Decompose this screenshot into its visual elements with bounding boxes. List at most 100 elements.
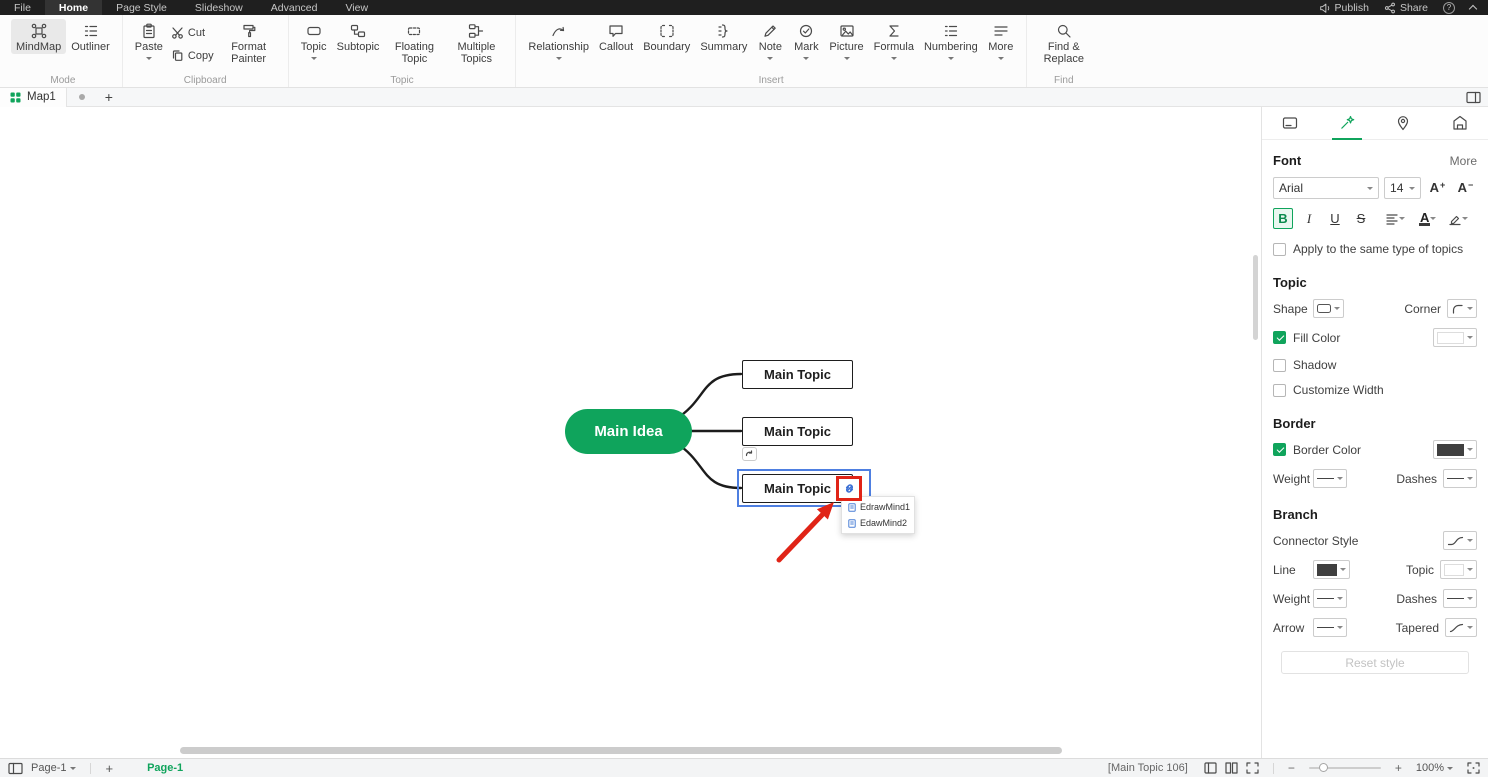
note-button[interactable]: Note: [752, 19, 788, 64]
page-select[interactable]: Page-1: [31, 762, 77, 774]
hyperlink-icon[interactable]: [842, 481, 857, 496]
help-icon[interactable]: ?: [1443, 1, 1455, 14]
font-size-select[interactable]: 14: [1384, 177, 1421, 199]
bold-button[interactable]: B: [1273, 208, 1293, 229]
tab-slide-icon[interactable]: [1262, 107, 1319, 139]
fill-color-select[interactable]: [1433, 328, 1477, 347]
copy-button[interactable]: Copy: [168, 48, 217, 63]
collapse-ribbon-icon[interactable]: [1468, 4, 1478, 14]
zoom-out-button[interactable]: −: [1288, 761, 1295, 775]
font-family-select[interactable]: Arial: [1273, 177, 1380, 199]
branch-line-color-select[interactable]: [1313, 560, 1350, 579]
border-weight-select[interactable]: [1313, 469, 1347, 488]
page-layout-icon[interactable]: [1225, 762, 1238, 774]
customize-width-checkbox[interactable]: [1273, 383, 1286, 397]
zoom-slider-knob[interactable]: [1318, 763, 1328, 772]
hyperlink-menu-item-1[interactable]: EdrawMind1: [842, 499, 914, 515]
pages-panel-icon[interactable]: [8, 762, 23, 775]
font-color-select[interactable]: A: [1419, 211, 1437, 226]
cut-button[interactable]: Cut: [168, 25, 217, 40]
zoom-in-button[interactable]: +: [1395, 761, 1402, 775]
more-dropdown-caret[interactable]: [997, 57, 1004, 63]
picture-button[interactable]: Picture: [824, 19, 868, 64]
mindmap-button[interactable]: MindMap: [11, 19, 67, 54]
align-select[interactable]: [1385, 212, 1405, 226]
panel-toggle-icon[interactable]: [1466, 91, 1488, 104]
summary-button[interactable]: Summary: [695, 19, 752, 54]
branch-topic-select[interactable]: [1440, 560, 1477, 579]
paste-button[interactable]: Paste: [130, 19, 168, 64]
numbering-dropdown-caret[interactable]: [947, 57, 954, 63]
fill-color-checkbox[interactable]: [1273, 331, 1286, 344]
fullscreen-icon[interactable]: [1467, 762, 1480, 774]
zoom-slider[interactable]: [1308, 763, 1381, 772]
corner-select[interactable]: [1447, 299, 1477, 318]
paste-dropdown-caret[interactable]: [145, 57, 152, 63]
quick-relayout-button[interactable]: [742, 447, 757, 461]
format-painter-button[interactable]: Format Painter: [217, 19, 281, 66]
apply-same-type-checkbox[interactable]: [1273, 242, 1286, 256]
relationship-button[interactable]: Relationship: [523, 19, 594, 64]
border-dashes-select[interactable]: [1443, 469, 1477, 488]
canvas[interactable]: Main Idea Main Topic Main Topic Main Top…: [0, 107, 1261, 758]
topic-node-2[interactable]: Main Topic: [742, 417, 853, 446]
tab-style-icon[interactable]: [1319, 107, 1376, 140]
horizontal-scrollbar[interactable]: [180, 747, 1062, 754]
numbering-button[interactable]: Numbering: [919, 19, 983, 64]
border-color-select[interactable]: [1433, 440, 1477, 459]
shape-select[interactable]: [1313, 299, 1344, 318]
branch-dashes-select[interactable]: [1443, 589, 1477, 608]
menu-slideshow[interactable]: Slideshow: [181, 0, 257, 15]
border-color-checkbox[interactable]: [1273, 443, 1286, 456]
page-tab-current[interactable]: Page-1: [147, 762, 183, 774]
connector-style-select[interactable]: [1443, 531, 1477, 550]
note-dropdown-caret[interactable]: [767, 57, 774, 63]
relationship-dropdown-caret[interactable]: [555, 57, 562, 63]
increase-font-button[interactable]: A +: [1426, 177, 1449, 199]
outline-view-icon[interactable]: [1204, 762, 1217, 774]
font-more-link[interactable]: More: [1450, 154, 1477, 168]
publish-button[interactable]: Publish: [1319, 2, 1369, 14]
topic-dropdown-caret[interactable]: [310, 57, 317, 63]
find-replace-button[interactable]: Find & Replace: [1034, 19, 1094, 66]
vertical-scrollbar[interactable]: [1253, 255, 1258, 340]
menu-view[interactable]: View: [331, 0, 382, 15]
decrease-font-button[interactable]: A −: [1454, 177, 1477, 199]
strikethrough-button[interactable]: S: [1351, 208, 1371, 229]
italic-button[interactable]: I: [1299, 208, 1319, 229]
underline-button[interactable]: U: [1325, 208, 1345, 229]
reset-style-button[interactable]: Reset style: [1281, 651, 1469, 674]
tapered-select[interactable]: [1445, 618, 1477, 637]
more-button[interactable]: More: [983, 19, 1019, 64]
fit-window-icon[interactable]: [1246, 762, 1259, 774]
highlight-select[interactable]: [1448, 212, 1469, 226]
subtopic-button[interactable]: Subtopic: [332, 19, 385, 54]
arrow-select[interactable]: [1313, 618, 1347, 637]
tab-theme-icon[interactable]: [1432, 107, 1488, 139]
menu-home[interactable]: Home: [44, 0, 103, 15]
branch-weight-select[interactable]: [1313, 589, 1347, 608]
topic-button[interactable]: Topic: [296, 19, 332, 64]
callout-button[interactable]: Callout: [594, 19, 638, 54]
formula-button[interactable]: Formula: [869, 19, 919, 64]
boundary-button[interactable]: Boundary: [638, 19, 695, 54]
new-tab-button[interactable]: +: [97, 89, 121, 105]
multiple-topics-button[interactable]: Multiple Topics: [444, 19, 508, 66]
picture-dropdown-caret[interactable]: [843, 57, 850, 63]
tab-pin-icon[interactable]: [1375, 107, 1432, 139]
zoom-level-select[interactable]: 100%: [1416, 762, 1453, 774]
formula-dropdown-caret[interactable]: [890, 57, 897, 63]
add-page-button[interactable]: +: [105, 761, 113, 776]
menu-page-style[interactable]: Page Style: [102, 0, 181, 15]
floating-topic-button[interactable]: Floating Topic: [384, 19, 444, 66]
menu-advanced[interactable]: Advanced: [257, 0, 332, 15]
shadow-checkbox[interactable]: [1273, 358, 1286, 372]
mark-button[interactable]: Mark: [788, 19, 824, 64]
hyperlink-menu-item-2[interactable]: EdawMind2: [842, 515, 914, 531]
menu-file[interactable]: File: [0, 0, 45, 15]
outliner-button[interactable]: Outliner: [66, 19, 115, 54]
mark-dropdown-caret[interactable]: [803, 57, 810, 63]
tab-map1[interactable]: Map1: [0, 87, 67, 107]
topic-node-1[interactable]: Main Topic: [742, 360, 853, 389]
share-button[interactable]: Share: [1384, 2, 1428, 14]
